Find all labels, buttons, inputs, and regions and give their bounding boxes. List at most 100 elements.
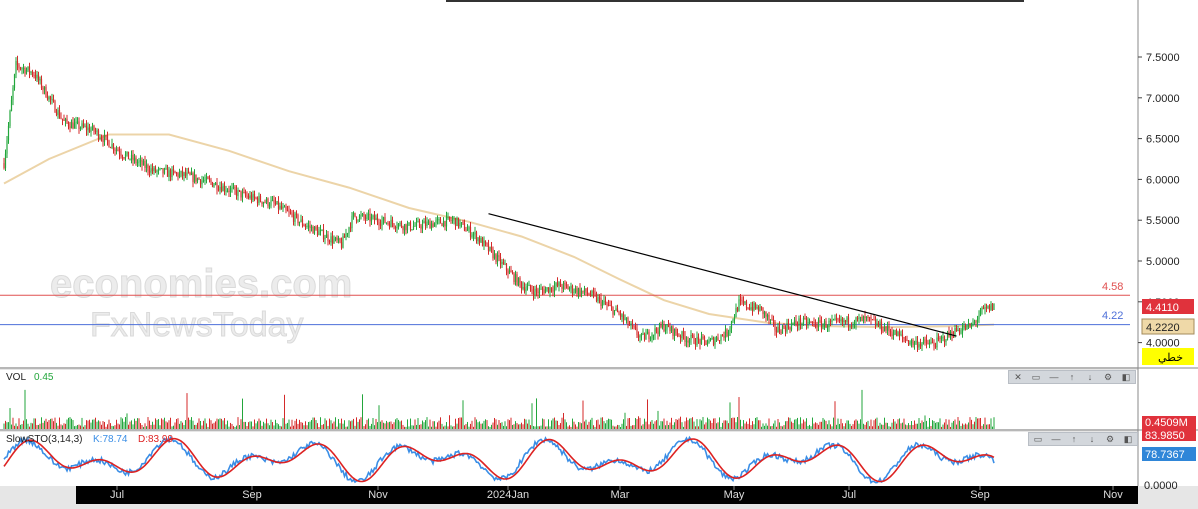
volume-bar — [473, 426, 474, 429]
candle-body — [256, 198, 259, 204]
volume-bar — [612, 425, 614, 429]
volume-bar — [765, 423, 767, 429]
sto-d-label: D:83.99 — [138, 434, 173, 445]
volume-bar — [32, 423, 33, 429]
minimize-icon[interactable]: — — [1045, 371, 1063, 383]
move-down-icon[interactable]: ↓ — [1083, 433, 1101, 445]
candle-body — [952, 336, 955, 338]
volume-bar — [84, 425, 86, 429]
price-tick-label: 7.5000 — [1146, 52, 1180, 64]
candle-body — [319, 230, 322, 232]
candle-body — [717, 337, 719, 341]
volume-bar — [359, 419, 360, 429]
volume-bar — [267, 423, 269, 429]
move-up-icon[interactable]: ↑ — [1063, 371, 1081, 383]
candle-body — [304, 226, 307, 228]
candle-body — [579, 288, 581, 295]
candle-body — [189, 172, 191, 175]
candle-body — [646, 331, 649, 335]
volume-bar — [258, 418, 260, 429]
candle-body — [432, 223, 434, 227]
volume-bar — [225, 424, 227, 429]
candle-body — [402, 226, 404, 231]
candle-body — [913, 342, 916, 345]
volume-bar — [234, 426, 236, 429]
volume-bar — [237, 417, 239, 429]
candle-body — [192, 172, 194, 182]
candle-body — [85, 125, 88, 131]
candle-body — [427, 221, 430, 223]
restore-icon[interactable]: ▭ — [1029, 433, 1047, 445]
settings-icon[interactable]: ⚙ — [1099, 371, 1117, 383]
candle-body — [229, 188, 232, 193]
candle-body — [849, 325, 851, 327]
candle-body — [156, 170, 158, 173]
volume-bar — [831, 426, 833, 429]
volume-bar — [732, 417, 734, 429]
volume-bar — [309, 421, 311, 429]
volume-bar — [720, 426, 722, 429]
price-axis[interactable] — [1138, 0, 1198, 486]
restore-icon[interactable]: ▭ — [1027, 371, 1045, 383]
candle-body — [400, 222, 403, 227]
volume-bar — [35, 418, 36, 429]
candle-body — [969, 323, 971, 327]
candle-body — [187, 172, 190, 174]
move-up-icon[interactable]: ↑ — [1065, 433, 1083, 445]
volume-bar — [117, 423, 119, 429]
volume-bar — [752, 421, 753, 429]
candle-body — [792, 323, 794, 325]
volume-bar — [734, 417, 735, 429]
volume-bar — [851, 425, 852, 429]
volume-bar — [704, 424, 705, 429]
candle-body — [48, 96, 50, 100]
volume-bar — [800, 417, 801, 429]
volume-bar — [150, 424, 152, 429]
minimize-icon[interactable]: — — [1047, 433, 1065, 445]
candle-body — [636, 328, 638, 336]
move-down-icon[interactable]: ↓ — [1081, 371, 1099, 383]
volume-bar — [951, 422, 953, 429]
candle-body — [553, 286, 556, 292]
volume-bar — [8, 422, 9, 429]
candle-body — [562, 283, 565, 289]
volume-bar — [33, 418, 35, 429]
volume-bar — [341, 418, 342, 429]
volume-bar — [128, 424, 129, 429]
candle-body — [169, 170, 172, 178]
scroll-icon[interactable]: ◧ — [1119, 433, 1137, 445]
volume-bar — [759, 420, 761, 429]
volume-bar — [348, 420, 350, 429]
chart-canvas[interactable]: economies.com FxNewsToday 7.50007.00006.… — [0, 0, 1198, 504]
candle-body — [348, 227, 350, 234]
candle-body — [829, 320, 832, 322]
volume-bar — [627, 418, 629, 429]
volume-bar — [948, 419, 950, 429]
settings-icon[interactable]: ⚙ — [1101, 433, 1119, 445]
volume-bar — [416, 424, 417, 429]
close-icon[interactable]: ✕ — [1009, 371, 1027, 383]
volume-bar — [561, 417, 563, 429]
volume-bar — [879, 422, 881, 429]
candle-body — [799, 318, 802, 325]
candle-body — [97, 130, 100, 139]
scroll-icon[interactable]: ◧ — [1117, 371, 1135, 383]
candle-body — [72, 122, 74, 129]
volume-bar — [354, 425, 356, 429]
volume-bar — [93, 419, 95, 429]
linear-scale-label: خطي — [1158, 352, 1183, 364]
candle-body — [177, 173, 179, 177]
candle-body — [349, 227, 352, 229]
candle-body — [108, 140, 110, 148]
volume-bar — [542, 418, 543, 429]
candle-body — [147, 164, 149, 171]
volume-bar — [257, 421, 258, 429]
volume-bar — [387, 422, 389, 429]
volume-bar — [786, 421, 788, 429]
candle-body — [406, 224, 409, 231]
candle-body — [55, 112, 58, 115]
candle-body — [96, 130, 98, 132]
candle-body — [465, 230, 467, 232]
volume-bar — [843, 426, 845, 429]
candle-body — [706, 343, 709, 345]
